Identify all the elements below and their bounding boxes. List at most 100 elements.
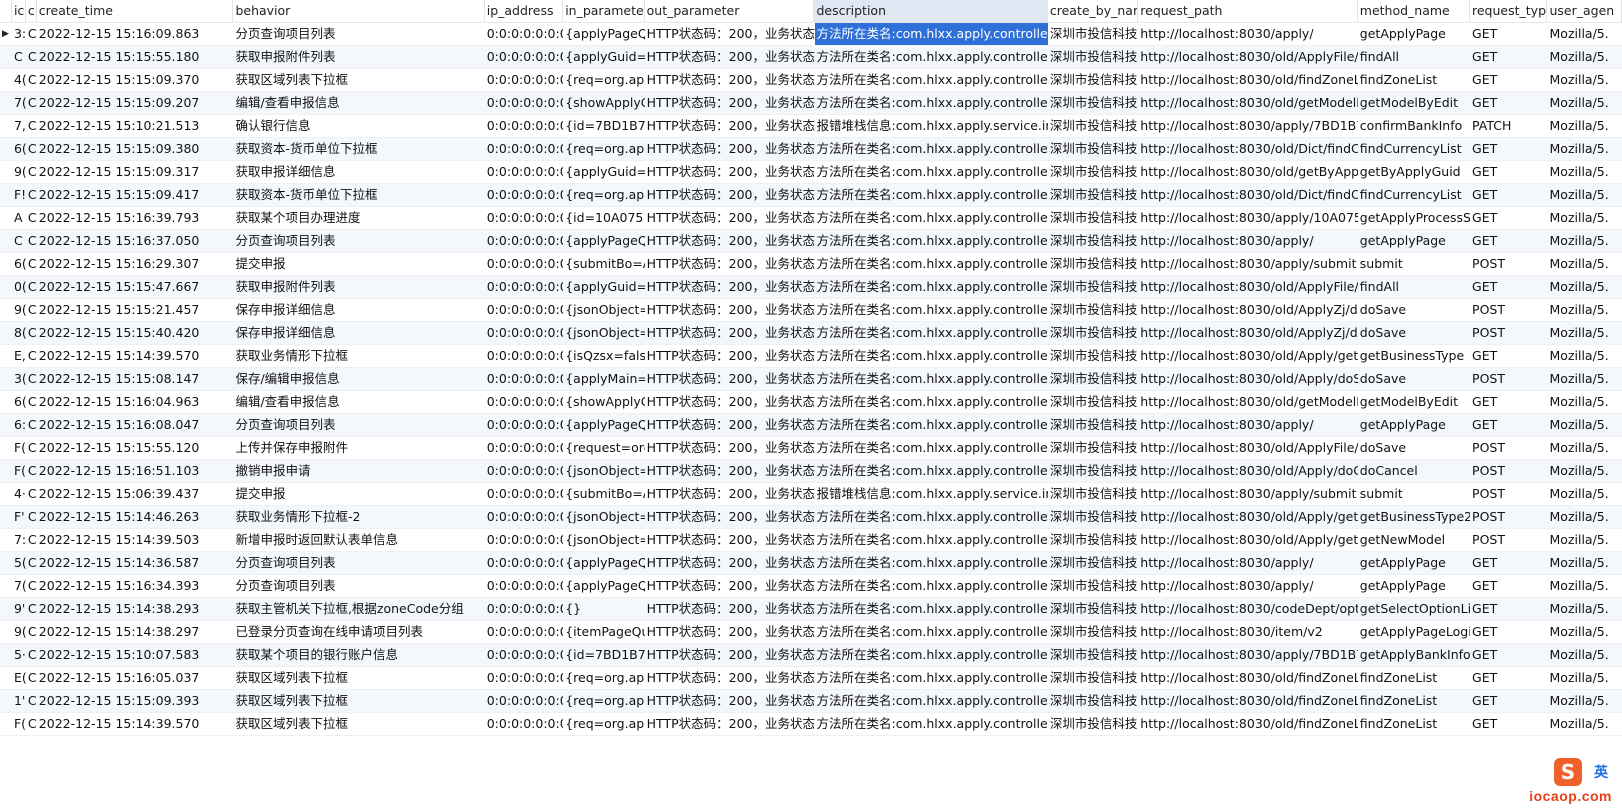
cell-outp[interactable]: HTTP状态码：200，业务状态码 [645,690,815,712]
cell-path[interactable]: http://localhost:8030/item/v2 [1138,621,1358,643]
cell-ip[interactable]: 0:0:0:0:0:0:0:1 [485,23,563,45]
cell-method[interactable]: getApplyProcessSta [1358,207,1470,229]
cell-rtype[interactable]: PATCH [1470,115,1547,137]
cell-id[interactable]: E( [12,667,26,689]
cell-id[interactable]: 4( [12,69,26,91]
table-row[interactable]: F(C 2022-12-15 15:14:39.570 获取区域列表下拉框 0:0:0… [0,713,1622,736]
cell-rtype[interactable]: POST [1470,460,1547,482]
cell-cr[interactable]: C [26,46,37,68]
cell-ip[interactable]: 0:0:0:0:0:0:0:1 [485,322,563,344]
column-header-behavior[interactable]: behavior [233,0,485,22]
cell-outp[interactable]: HTTP状态码：200，业务状态码 [645,253,815,275]
cell-id[interactable]: F( [12,713,26,735]
cell-behavior[interactable]: 分页查询项目列表 [233,552,484,574]
cell-cbn[interactable]: 深圳市投信科技 [1048,115,1138,137]
cell-rtype[interactable]: GET [1470,575,1547,597]
cell-ua[interactable]: Mozilla/5. [1548,23,1622,45]
cell-rtype[interactable]: POST [1470,253,1547,275]
cell-cbn[interactable]: 深圳市投信科技 [1048,621,1138,643]
cell-rtype[interactable]: GET [1470,138,1547,160]
cell-desc[interactable]: 方法所在类名:com.hlxx.apply.controller.O [815,184,1048,206]
cell-inp[interactable]: {req=org.apa [563,138,644,160]
cell-ua[interactable]: Mozilla/5. [1548,598,1622,620]
cell-ua[interactable]: Mozilla/5. [1548,575,1622,597]
cell-behavior[interactable]: 上传并保存申报附件 [233,437,484,459]
cell-ua[interactable]: Mozilla/5. [1548,138,1622,160]
cell-behavior[interactable]: 获取申报详细信息 [233,161,484,183]
column-header-method[interactable]: method_name [1358,0,1470,22]
table-row[interactable]: 9(C 2022-12-15 15:15:21.457 保存申报详细信息 0:0:0:… [0,299,1622,322]
cell-ip[interactable]: 0:0:0:0:0:0:0:1 [485,414,563,436]
cell-id[interactable]: F( [12,437,26,459]
row-indicator[interactable] [0,230,12,252]
cell-inp[interactable]: {id=10A0751C [563,207,644,229]
cell-ua[interactable]: Mozilla/5. [1548,345,1622,367]
cell-path[interactable]: http://localhost:8030/apply/ [1138,552,1358,574]
cell-desc[interactable]: 方法所在类名:com.hlxx.apply.controller.O [815,506,1048,528]
cell-desc[interactable]: 方法所在类名:com.hlxx.apply.controller.O [815,368,1048,390]
cell-cr[interactable]: C [26,414,37,436]
cell-rtype[interactable]: POST [1470,299,1547,321]
cell-id[interactable]: 6( [12,391,26,413]
cell-desc[interactable]: 方法所在类名:com.hlxx.apply.controller.Cc [815,598,1048,620]
cell-time[interactable]: 2022-12-15 15:16:04.963 [37,391,234,413]
row-indicator[interactable] [0,299,12,321]
cell-ip[interactable]: 0:0:0:0:0:0:0:1 [485,690,563,712]
table-row[interactable]: 7(C 2022-12-15 15:16:34.393 分页查询项目列表 0:0:0:… [0,575,1622,598]
cell-behavior[interactable]: 保存申报详细信息 [233,322,484,344]
row-indicator[interactable] [0,92,12,114]
cell-behavior[interactable]: 获取业务情形下拉框 [233,345,484,367]
cell-path[interactable]: http://localhost:8030/apply/7BD1B7D2 [1138,644,1358,666]
cell-behavior[interactable]: 分页查询项目列表 [233,414,484,436]
cell-rtype[interactable]: GET [1470,46,1547,68]
cell-method[interactable]: findZoneList [1358,713,1470,735]
cell-desc[interactable]: 方法所在类名:com.hlxx.apply.controller.O [815,69,1048,91]
cell-time[interactable]: 2022-12-15 15:16:39.793 [37,207,234,229]
cell-ua[interactable]: Mozilla/5. [1548,92,1622,114]
cell-id[interactable]: 9' [12,598,26,620]
cell-id[interactable]: 5( [12,552,26,574]
cell-cbn[interactable]: 深圳市投信科技 [1048,575,1138,597]
cell-method[interactable]: getApplyBankInfoB [1358,644,1470,666]
cell-path[interactable]: http://localhost:8030/old/Apply/getBu [1138,506,1358,528]
cell-ua[interactable]: Mozilla/5. [1548,230,1622,252]
cell-path[interactable]: http://localhost:8030/old/ApplyZj/doS [1138,322,1358,344]
row-indicator[interactable] [0,414,12,436]
cell-time[interactable]: 2022-12-15 15:16:05.037 [37,667,234,689]
cell-behavior[interactable]: 获取主管机关下拉框,根据zoneCode分组 [233,598,484,620]
cell-cbn[interactable]: 深圳市投信科技 [1048,437,1138,459]
cell-rtype[interactable]: GET [1470,23,1547,45]
cell-ip[interactable]: 0:0:0:0:0:0:0:1 [485,621,563,643]
cell-time[interactable]: 2022-12-15 15:16:29.307 [37,253,234,275]
cell-path[interactable]: http://localhost:8030/apply/7BD1B7D2 [1138,115,1358,137]
cell-path[interactable]: http://localhost:8030/old/Dict/findCurr [1138,138,1358,160]
cell-cbn[interactable]: 深圳市投信科技 [1048,667,1138,689]
cell-desc[interactable]: 方法所在类名:com.hlxx.apply.controller.O [815,690,1048,712]
cell-behavior[interactable]: 获取区域列表下拉框 [233,69,484,91]
cell-cr[interactable]: C [26,644,37,666]
cell-cbn[interactable]: 深圳市投信科技 [1048,460,1138,482]
cell-cbn[interactable]: 深圳市投信科技 [1048,644,1138,666]
cell-inp[interactable]: {applyMain=c [563,368,644,390]
cell-outp[interactable]: HTTP状态码：200，业务状态码 [645,437,815,459]
cell-path[interactable]: http://localhost:8030/apply/ [1138,230,1358,252]
cell-behavior[interactable]: 获取申报附件列表 [233,46,484,68]
cell-cr[interactable]: C [26,207,37,229]
cell-desc[interactable]: 方法所在类名:com.hlxx.apply.controller.Cl [815,230,1048,252]
cell-ua[interactable]: Mozilla/5. [1548,391,1622,413]
cell-cr[interactable]: C [26,138,37,160]
table-row[interactable]: 7: C 2022-12-15 15:14:39.503 新增申报时返回默认表单信息 0… [0,529,1622,552]
cell-rtype[interactable]: GET [1470,414,1547,436]
cell-ua[interactable]: Mozilla/5. [1548,322,1622,344]
cell-cbn[interactable]: 深圳市投信科技 [1048,184,1138,206]
cell-inp[interactable]: {jsonObject={ [563,460,644,482]
cell-inp[interactable]: {applyGuid=1 [563,161,644,183]
cell-path[interactable]: http://localhost:8030/old/ApplyFile/dc [1138,437,1358,459]
table-row[interactable]: 5· C 2022-12-15 15:10:07.583 获取某个项目的银行账户信息 0… [0,644,1622,667]
cell-desc[interactable]: 方法所在类名:com.hlxx.apply.controller.Cl [815,552,1048,574]
cell-cr[interactable]: C [26,713,37,735]
cell-desc[interactable]: 方法所在类名:com.hlxx.apply.controller.O [815,391,1048,413]
cell-rtype[interactable]: GET [1470,184,1547,206]
row-indicator[interactable] [0,345,12,367]
cell-time[interactable]: 2022-12-15 15:10:21.513 [37,115,234,137]
